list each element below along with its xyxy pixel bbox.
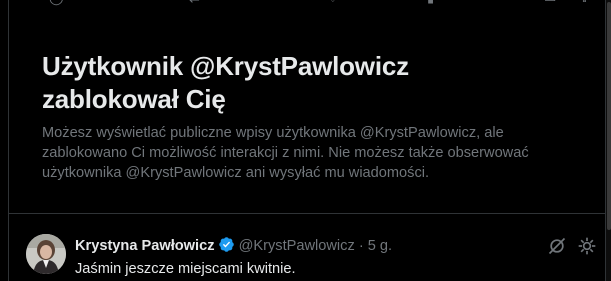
- avatar-image: [26, 234, 66, 274]
- repost-icon[interactable]: ⇄: [189, 0, 200, 6]
- app-window: ◯ ⇄ ♡ ▮ ▭ ⇪ Użytkownik @KrystPawlowicz z…: [0, 0, 611, 281]
- previous-post-actions: ◯ ⇄ ♡ ▮ ▭ ⇪: [9, 0, 605, 10]
- like-icon[interactable]: ♡: [327, 0, 339, 6]
- more-icon[interactable]: [577, 236, 597, 256]
- separator-dot: ·: [358, 238, 364, 254]
- tweet-text: Jaśmin jeszcze miejscami kwitnie.: [75, 261, 296, 277]
- bookmark-icon[interactable]: ▭: [544, 0, 556, 6]
- scrollbar[interactable]: [606, 0, 611, 281]
- blocked-notice: Użytkownik @KrystPawlowicz zablokował Ci…: [9, 24, 605, 214]
- share-icon[interactable]: ⇪: [579, 0, 590, 6]
- verified-badge-icon: [218, 236, 235, 253]
- blocked-title: Użytkownik @KrystPawlowicz zablokował Ci…: [42, 51, 409, 114]
- reply-icon[interactable]: ◯: [49, 0, 64, 6]
- grok-icon[interactable]: [547, 236, 567, 256]
- author-name[interactable]: Krystyna Pawłowicz: [75, 238, 215, 254]
- blocked-description: Możesz wyświetlać publiczne wpisy użytko…: [42, 125, 529, 181]
- scrollbar-thumb[interactable]: [607, 2, 611, 230]
- tweet-time[interactable]: 5 g.: [368, 238, 392, 254]
- tweet-header: Krystyna Pawłowicz @KrystPawlowicz · 5 g…: [75, 236, 392, 255]
- timeline-column: ◯ ⇄ ♡ ▮ ▭ ⇪ Użytkownik @KrystPawlowicz z…: [8, 0, 606, 281]
- author-handle[interactable]: @KrystPawlowicz: [239, 238, 355, 254]
- views-icon[interactable]: ▮: [427, 0, 434, 6]
- tweet[interactable]: Krystyna Pawłowicz @KrystPawlowicz · 5 g…: [9, 214, 605, 281]
- avatar[interactable]: [26, 234, 66, 274]
